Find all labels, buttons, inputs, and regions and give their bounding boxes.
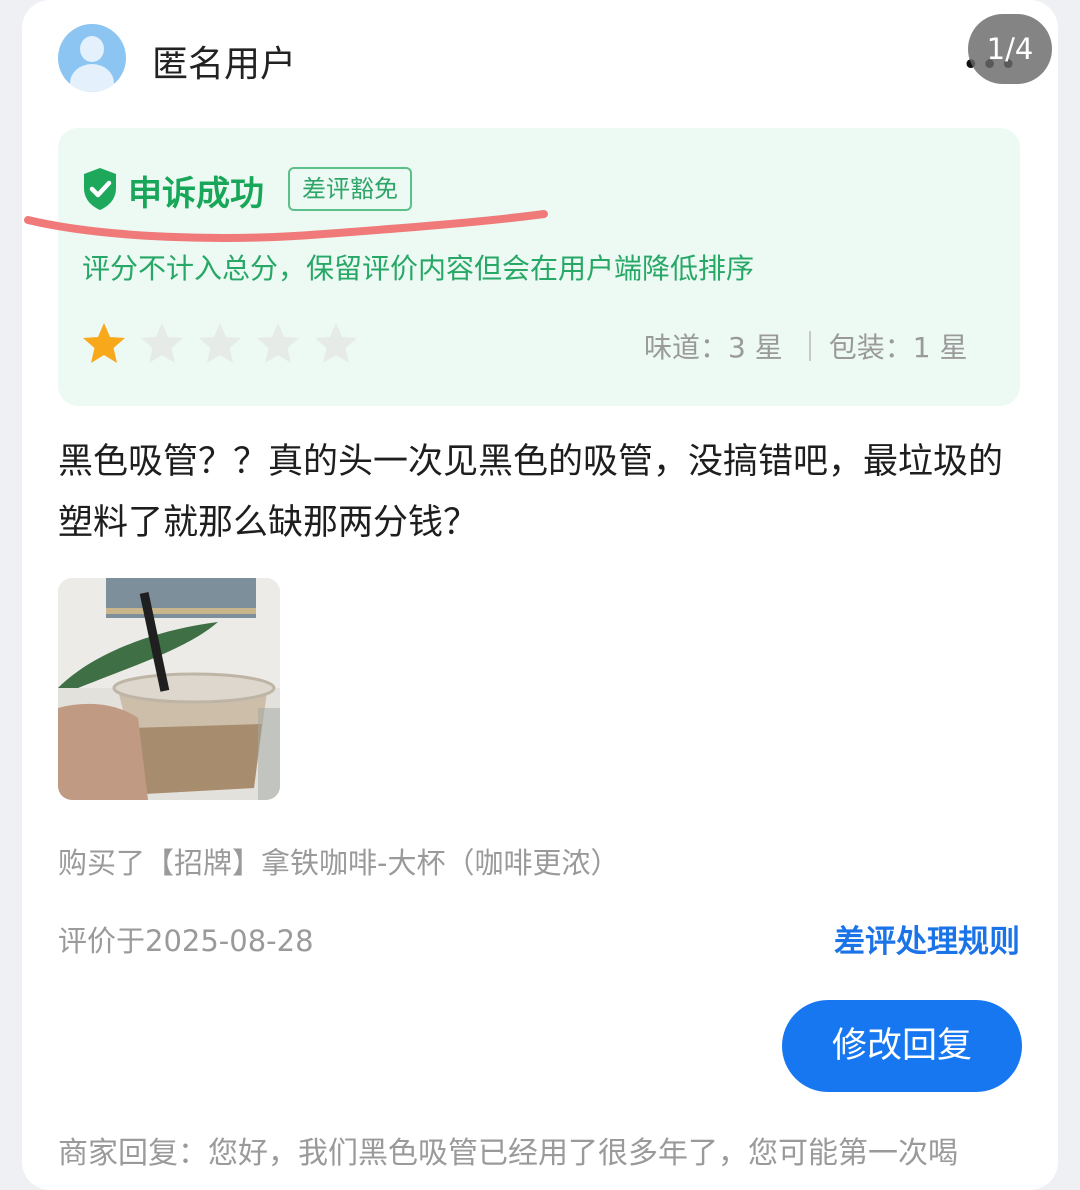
purchased-item: 购买了【招牌】拿铁咖啡-大杯（咖啡更浓） xyxy=(58,846,620,880)
sub-ratings: 味道：3 星 包装：1 星 xyxy=(644,326,967,366)
avatar-head xyxy=(80,36,104,62)
image-pager-badge: 1/4 xyxy=(968,14,1052,84)
negative-review-rules-link[interactable]: 差评处理规则 xyxy=(834,916,1020,961)
appeal-exemption-tag: 差评豁免 xyxy=(288,167,412,211)
taste-label: 味道： xyxy=(644,331,729,364)
taste-value: 3 星 xyxy=(728,331,783,364)
star-filled-icon xyxy=(83,323,125,363)
avatar[interactable] xyxy=(58,24,126,92)
star-empty-icon xyxy=(199,323,241,363)
star-empty-icon xyxy=(141,323,183,363)
username: 匿名用户 xyxy=(152,44,297,85)
iced-coffee-photo xyxy=(58,578,280,800)
rating-divider xyxy=(808,331,811,361)
review-date: 评价于2025-08-28 xyxy=(58,924,314,958)
merchant-reply-text: 商家回复：您好，我们黑色吸管已经用了很多年了，您可能第一次喝 xyxy=(58,1136,958,1171)
packaging-label: 包装： xyxy=(828,331,913,364)
star-empty-icon xyxy=(315,323,357,363)
review-text: 黑色吸管？？真的头一次见黑色的吸管，没搞错吧，最垃圾的塑料了就那么缺那两分钱？ xyxy=(58,442,1004,543)
highlight-underline-mark xyxy=(24,210,548,242)
review-photo-thumbnail[interactable] xyxy=(58,578,280,800)
star-empty-icon xyxy=(257,323,299,363)
avatar-body xyxy=(70,64,114,92)
appeal-note: 评分不计入总分，保留评价内容但会在用户端降低排序 xyxy=(82,252,755,285)
edit-reply-button[interactable]: 修改回复 xyxy=(782,1000,1022,1092)
packaging-value: 1 星 xyxy=(912,331,968,364)
